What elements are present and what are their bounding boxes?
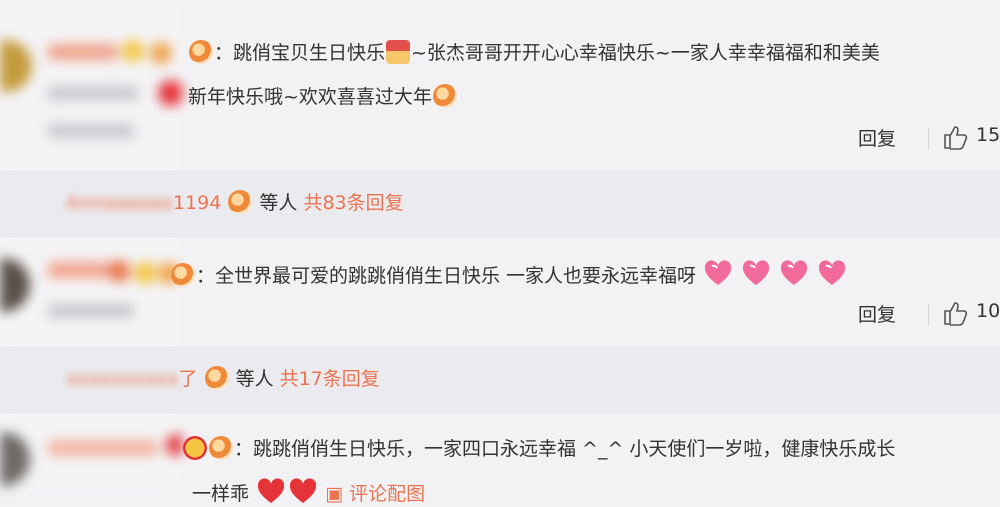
smile-emoji-icon bbox=[432, 84, 457, 108]
like-count: 10 bbox=[976, 300, 1000, 322]
reply-count-link[interactable]: 共83条回复 bbox=[303, 192, 403, 214]
smile-emoji-icon bbox=[183, 436, 207, 460]
reply-user-name[interactable]: 1194 bbox=[173, 192, 221, 214]
thumbs-up-icon[interactable] bbox=[942, 123, 970, 151]
reply-count-link[interactable]: 共17条回复 bbox=[280, 368, 380, 390]
avatar[interactable] bbox=[0, 432, 30, 486]
like-count: 15 bbox=[976, 124, 1000, 146]
smile-emoji-icon bbox=[228, 190, 253, 214]
thumbs-up-icon[interactable] bbox=[942, 299, 970, 327]
smile-emoji-icon bbox=[209, 436, 233, 460]
comment-actions: 回复 15 bbox=[858, 124, 1000, 154]
smile-emoji-icon bbox=[204, 366, 229, 390]
username[interactable] bbox=[48, 440, 158, 456]
comment-text-line: 新年快乐哦~欢欢喜喜过大年 bbox=[188, 84, 458, 110]
divider bbox=[928, 128, 929, 150]
love-heart-icon bbox=[705, 260, 732, 285]
reply-user-name[interactable]: 了 bbox=[178, 368, 197, 390]
love-heart-icon bbox=[257, 478, 285, 503]
love-heart-icon bbox=[289, 478, 317, 503]
reply-button[interactable]: 回复 bbox=[858, 300, 896, 327]
blurred-user-column bbox=[0, 0, 182, 490]
reply-thread: xxxxxxxxxx了 等人 共17条回复 bbox=[0, 346, 1000, 414]
gift-emoji-icon bbox=[386, 40, 411, 64]
smile-emoji-icon bbox=[189, 40, 213, 64]
avatar[interactable] bbox=[0, 258, 30, 312]
love-heart-icon bbox=[781, 260, 808, 285]
love-heart-icon bbox=[819, 260, 846, 285]
others-label: 等人 bbox=[235, 368, 274, 390]
smile-emoji-icon bbox=[171, 263, 195, 287]
others-label: 等人 bbox=[259, 192, 298, 214]
avatar[interactable] bbox=[0, 40, 32, 92]
divider bbox=[928, 304, 929, 326]
comment-text-line: 一样乖 ▣ 评论配图 bbox=[192, 478, 425, 507]
username[interactable] bbox=[48, 262, 108, 278]
reply-button[interactable]: 回复 bbox=[858, 124, 896, 151]
comment-actions: 回复 10 bbox=[858, 300, 1000, 330]
comment-text-line: ：跳俏宝贝生日快乐 ~张杰哥哥开开心心幸福快乐~一家人幸幸福福和和美美 bbox=[188, 40, 880, 66]
reply-thread: Annaaaaaa1194 等人 共83条回复 bbox=[0, 170, 1000, 238]
comment-image-link[interactable]: ▣ 评论配图 bbox=[325, 483, 425, 505]
love-heart-icon bbox=[743, 260, 770, 285]
comment-text-line: ：跳跳俏俏生日快乐，一家四口永远幸福 ^_^ 小天使们一岁啦，健康快乐成长 bbox=[182, 436, 895, 462]
username[interactable] bbox=[48, 44, 118, 60]
comment-text-line: ：全世界最可爱的跳跳俏俏生日快乐 一家人也要永远幸福呀 bbox=[170, 260, 848, 289]
